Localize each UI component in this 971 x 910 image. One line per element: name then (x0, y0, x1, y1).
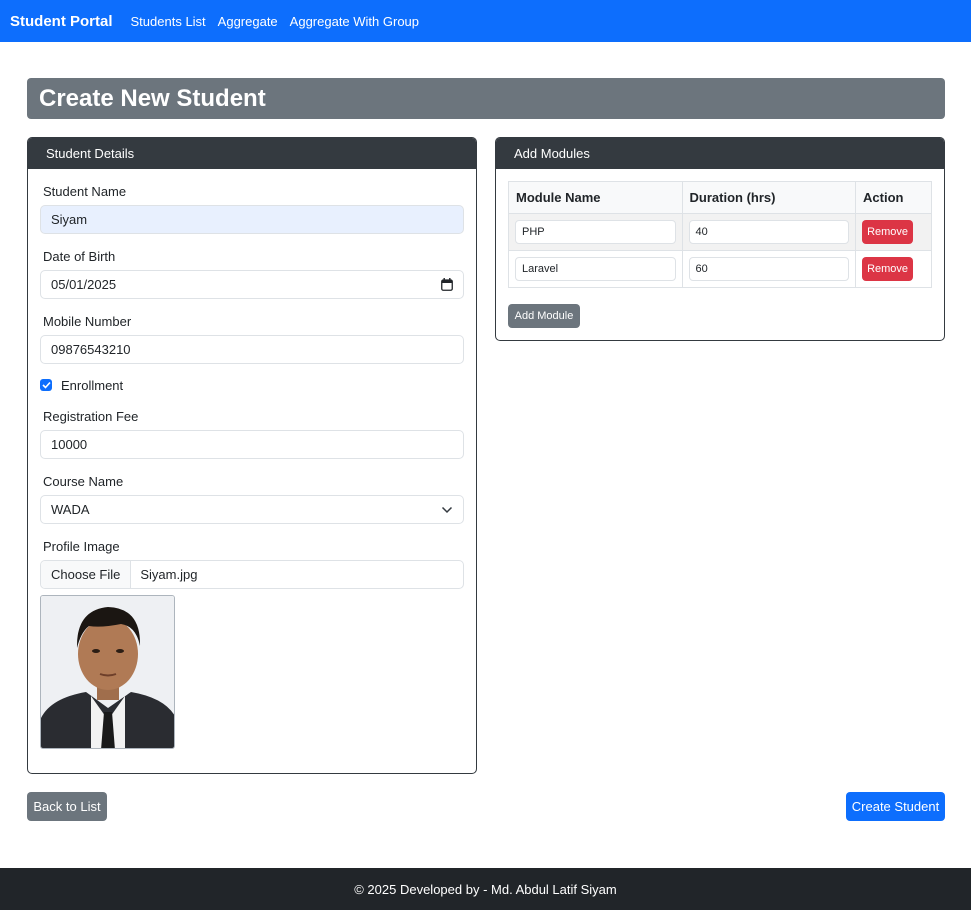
remove-module-button[interactable]: Remove (862, 220, 914, 244)
modules-card: Add Modules Module Name Duration (hrs) A… (495, 137, 945, 341)
profile-photo-image (41, 596, 174, 748)
mobile-label: Mobile Number (43, 314, 132, 329)
course-value: WADA (51, 502, 90, 517)
footer: © 2025 Developed by - Md. Abdul Latif Si… (0, 868, 971, 910)
column-header: Module Name (508, 181, 683, 214)
back-to-list-button[interactable]: Back to List (27, 792, 107, 821)
brand-link[interactable]: Student Portal (10, 13, 113, 30)
check-icon (41, 381, 51, 389)
column-header: Action (855, 181, 932, 214)
fee-input[interactable]: 10000 (40, 430, 464, 459)
nav-link-students-list[interactable]: Students List (131, 14, 206, 29)
enrollment-label: Enrollment (61, 378, 124, 393)
module-name-input[interactable]: PHP (515, 220, 676, 244)
mobile-input[interactable]: 09876543210 (40, 335, 464, 364)
profile-photo (40, 595, 175, 749)
table-row: PHP 40 Remove (508, 213, 932, 251)
table-row: Laravel 60 Remove (508, 250, 932, 288)
chevron-down-icon (441, 506, 453, 514)
add-module-button[interactable]: Add Module (508, 304, 580, 328)
page-title: Create New Student (39, 84, 266, 112)
course-select[interactable]: WADA (40, 495, 464, 524)
student-details-card: Student Details Student Name Siyam Date … (27, 137, 477, 774)
course-label: Course Name (43, 474, 124, 489)
choose-file-button[interactable]: Choose File (41, 561, 132, 588)
column-header: Duration (hrs) (681, 181, 857, 214)
student-details-header: Student Details (28, 138, 476, 169)
enrollment-checkbox[interactable] (40, 379, 52, 391)
module-duration-input[interactable]: 60 (688, 257, 850, 281)
module-name-input[interactable]: Laravel (515, 257, 676, 281)
page-title-bar: Create New Student (27, 78, 945, 119)
modules-header: Add Modules (496, 138, 944, 169)
dob-value: 05/01/2025 (51, 277, 117, 292)
nav-link-aggregate-with-group[interactable]: Aggregate With Group (290, 14, 419, 29)
navbar: Student Portal Students List Aggregate A… (0, 0, 971, 42)
modules-table: Module Name Duration (hrs) Action PHP 40… (508, 181, 932, 288)
student-name-input[interactable]: Siyam (40, 205, 464, 234)
profile-image-label: Profile Image (43, 539, 120, 554)
create-student-button[interactable]: Create Student (846, 792, 945, 821)
remove-module-button[interactable]: Remove (862, 257, 914, 281)
table-header-row: Module Name Duration (hrs) Action (508, 181, 932, 214)
student-name-label: Student Name (43, 184, 127, 199)
module-duration-input[interactable]: 40 (688, 220, 850, 244)
dob-input[interactable]: 05/01/2025 (40, 270, 464, 299)
nav-link-aggregate[interactable]: Aggregate (218, 14, 278, 29)
profile-image-input[interactable]: Choose File Siyam.jpg (40, 560, 464, 589)
dob-label: Date of Birth (43, 249, 116, 264)
fee-label: Registration Fee (43, 409, 139, 424)
file-name: Siyam.jpg (140, 567, 198, 582)
footer-text: © 2025 Developed by - Md. Abdul Latif Si… (354, 881, 617, 897)
calendar-icon[interactable] (441, 278, 453, 291)
